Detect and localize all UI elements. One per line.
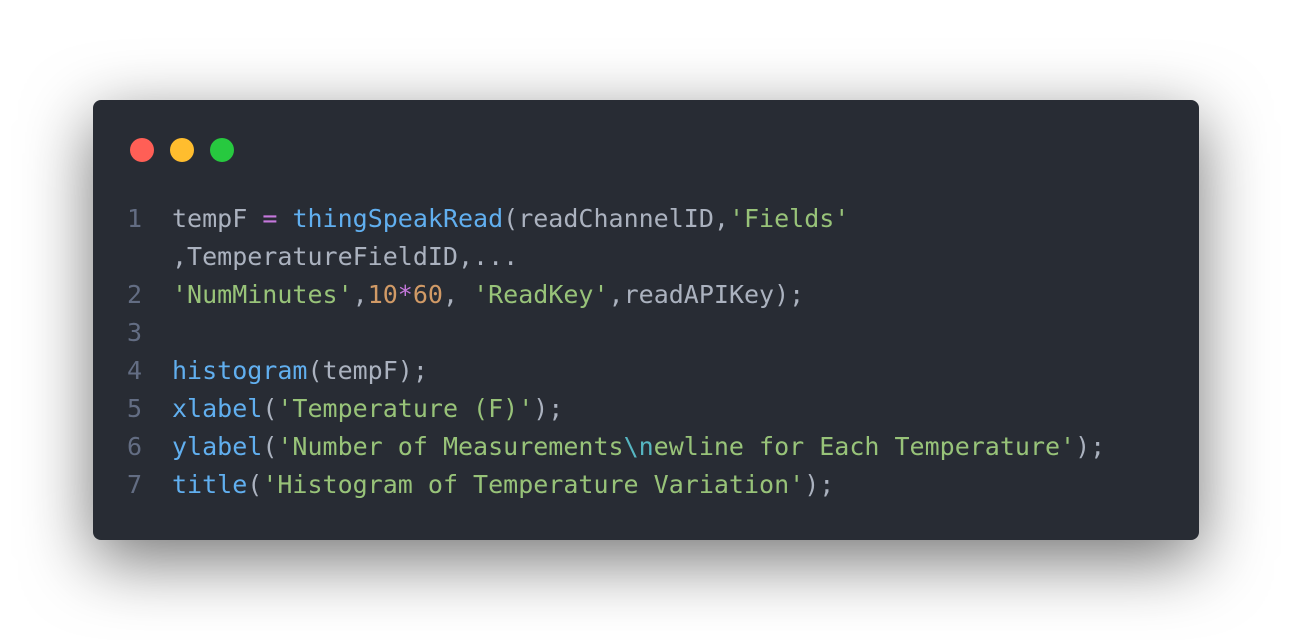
- code-token: thingSpeakRead: [292, 204, 504, 233]
- line-number: 6: [127, 432, 143, 461]
- line-number: 2: [127, 280, 143, 309]
- code-line: 2 'NumMinutes',10*60, 'ReadKey',readAPIKe…: [93, 276, 1199, 314]
- code-token: );: [804, 470, 835, 499]
- code-token: 10: [367, 280, 398, 309]
- code-token: 'Fields': [728, 204, 850, 233]
- code-token: ,: [352, 280, 368, 309]
- code-token: 'NumMinutes': [172, 280, 353, 309]
- code-line: 7 title('Histogram of Temperature Variati…: [93, 466, 1199, 504]
- code-token: tempF: [172, 204, 263, 233]
- code-text: ,TemperatureFieldID,...: [172, 238, 518, 276]
- line-number: 3: [127, 318, 143, 347]
- code-token: ,: [442, 280, 474, 309]
- code-line: ,TemperatureFieldID,...: [93, 238, 1199, 276]
- code-token: title: [172, 470, 248, 499]
- code-token: =: [262, 204, 278, 233]
- code-token: 'Histogram of Temperature Variation': [262, 470, 805, 499]
- line-number: 1: [127, 204, 143, 233]
- code-line: 1 tempF = thingSpeakRead(readChannelID,'F…: [93, 200, 1199, 238]
- code-line: 3: [93, 314, 1199, 352]
- code-text: histogram(tempF);: [172, 352, 428, 390]
- code-block: 1 tempF = thingSpeakRead(readChannelID,'F…: [93, 200, 1199, 504]
- code-token: 'ReadKey': [473, 280, 609, 309]
- code-token: ewline for Each Temperature': [653, 432, 1076, 461]
- code-token: histogram: [172, 356, 308, 385]
- code-token: 'Temperature (F)': [277, 394, 534, 423]
- code-token: ylabel: [172, 432, 263, 461]
- code-window: 1 tempF = thingSpeakRead(readChannelID,'F…: [93, 100, 1199, 540]
- code-token: (: [262, 432, 278, 461]
- code-token: (: [247, 470, 263, 499]
- code-token: xlabel: [172, 394, 263, 423]
- code-token: 60: [412, 280, 443, 309]
- window-controls: [130, 138, 234, 162]
- code-token: );: [1075, 432, 1106, 461]
- code-token: (readChannelID,: [503, 204, 729, 233]
- code-text: 'NumMinutes',10*60, 'ReadKey',readAPIKey…: [172, 276, 804, 314]
- code-token: ,TemperatureFieldID,...: [172, 242, 519, 271]
- line-number: 7: [127, 470, 143, 499]
- line-number: 5: [127, 394, 143, 423]
- minimize-dot-icon[interactable]: [170, 138, 194, 162]
- code-token: ,readAPIKey);: [608, 280, 805, 309]
- code-line: 5 xlabel('Temperature (F)');: [93, 390, 1199, 428]
- code-token: (tempF);: [307, 356, 428, 385]
- code-text: xlabel('Temperature (F)');: [172, 390, 563, 428]
- code-token: );: [533, 394, 564, 423]
- close-dot-icon[interactable]: [130, 138, 154, 162]
- code-text: title('Histogram of Temperature Variatio…: [172, 466, 834, 504]
- line-number: 4: [127, 356, 143, 385]
- code-text: ylabel('Number of Measurements\newline f…: [172, 428, 1105, 466]
- code-token: (: [262, 394, 278, 423]
- code-text: tempF = thingSpeakRead(readChannelID,'Fi…: [172, 200, 849, 238]
- code-line: 6 ylabel('Number of Measurements\newline …: [93, 428, 1199, 466]
- code-token: 'Number of Measurements: [277, 432, 624, 461]
- maximize-dot-icon[interactable]: [210, 138, 234, 162]
- code-line: 4 histogram(tempF);: [93, 352, 1199, 390]
- code-token: *: [397, 280, 413, 309]
- code-token: \n: [623, 432, 654, 461]
